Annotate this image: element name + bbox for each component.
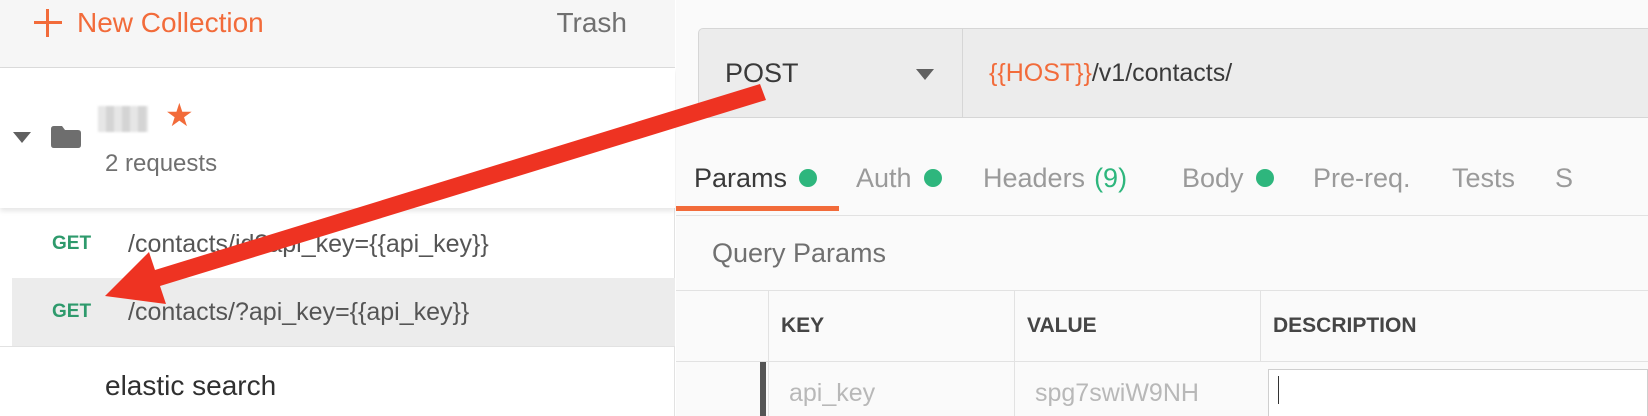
divider xyxy=(0,346,675,347)
param-key-cell[interactable]: api_key xyxy=(768,362,1014,416)
status-dot xyxy=(1255,169,1274,187)
column-header-key: KEY xyxy=(768,291,1014,361)
tab-label: Params xyxy=(694,162,788,193)
sidebar: New Collection Trash ★ 2 requests GET /c… xyxy=(0,0,675,416)
column-header-value: VALUE xyxy=(1014,291,1260,361)
param-value-cell[interactable]: spg7swiW9NH xyxy=(1014,362,1260,416)
active-tab-indicator xyxy=(676,206,839,211)
collection-name-redacted xyxy=(98,106,148,132)
tab-params[interactable]: Params xyxy=(694,158,818,198)
method-value: POST xyxy=(725,57,799,88)
request-item-selected[interactable]: GET /contacts/?api_key={{api_key}} xyxy=(12,278,675,346)
request-path: /contacts/?api_key={{api_key}} xyxy=(128,297,470,326)
new-collection-button[interactable]: New Collection xyxy=(34,6,264,40)
request-item[interactable]: GET /contacts/id?api_key={{api_key}} xyxy=(12,210,675,278)
tab-prereq[interactable]: Pre-req. xyxy=(1313,158,1411,198)
method-select[interactable]: POST xyxy=(699,29,963,117)
request-editor: POST {{HOST}}/v1/contacts/ Params Auth H… xyxy=(676,0,1648,416)
new-collection-label: New Collection xyxy=(77,7,264,38)
query-params-title: Query Params xyxy=(712,238,887,268)
url-path: /v1/contacts/ xyxy=(1091,59,1233,87)
tab-label: Pre-req. xyxy=(1313,162,1411,193)
collection-item-next[interactable]: elastic search xyxy=(105,370,276,402)
star-icon[interactable]: ★ xyxy=(165,98,194,132)
request-count: 2 requests xyxy=(105,150,218,177)
method-badge: GET xyxy=(52,301,92,322)
tab-label: Headers xyxy=(983,162,1086,193)
row-drag-handle[interactable] xyxy=(760,362,766,416)
folder-icon xyxy=(51,126,81,148)
param-description-input[interactable] xyxy=(1268,369,1648,416)
method-badge: GET xyxy=(52,233,92,254)
chevron-down-icon xyxy=(916,69,934,80)
tab-headers[interactable]: Headers (9) xyxy=(983,158,1127,198)
plus-icon xyxy=(34,9,62,37)
trash-button[interactable]: Trash xyxy=(556,6,627,40)
tab-label: Auth xyxy=(856,162,912,193)
url-variable: {{HOST}} xyxy=(989,59,1092,87)
sidebar-header: New Collection Trash xyxy=(0,0,675,68)
tab-label: Tests xyxy=(1452,162,1516,193)
url-input[interactable]: {{HOST}}/v1/contacts/ xyxy=(989,29,1232,117)
headers-count: (9) xyxy=(1094,162,1128,193)
tab-label: S xyxy=(1555,162,1574,193)
column-header-description: DESCRIPTION xyxy=(1260,291,1648,361)
tab-body[interactable]: Body xyxy=(1182,158,1274,198)
caret-down-icon[interactable] xyxy=(13,132,31,143)
tab-tests[interactable]: Tests xyxy=(1452,158,1515,198)
request-path: /contacts/id?api_key={{api_key}} xyxy=(128,229,489,258)
request-tabs: Params Auth Headers (9) Body Pre-req. Tes… xyxy=(676,140,1648,216)
status-dot xyxy=(799,169,818,187)
tab-auth[interactable]: Auth xyxy=(856,158,942,198)
status-dot xyxy=(923,169,942,187)
url-bar: POST {{HOST}}/v1/contacts/ xyxy=(698,28,1648,118)
tab-settings[interactable]: S xyxy=(1555,158,1573,198)
collection-item[interactable]: ★ 2 requests xyxy=(0,68,675,208)
tab-label: Body xyxy=(1182,162,1244,193)
